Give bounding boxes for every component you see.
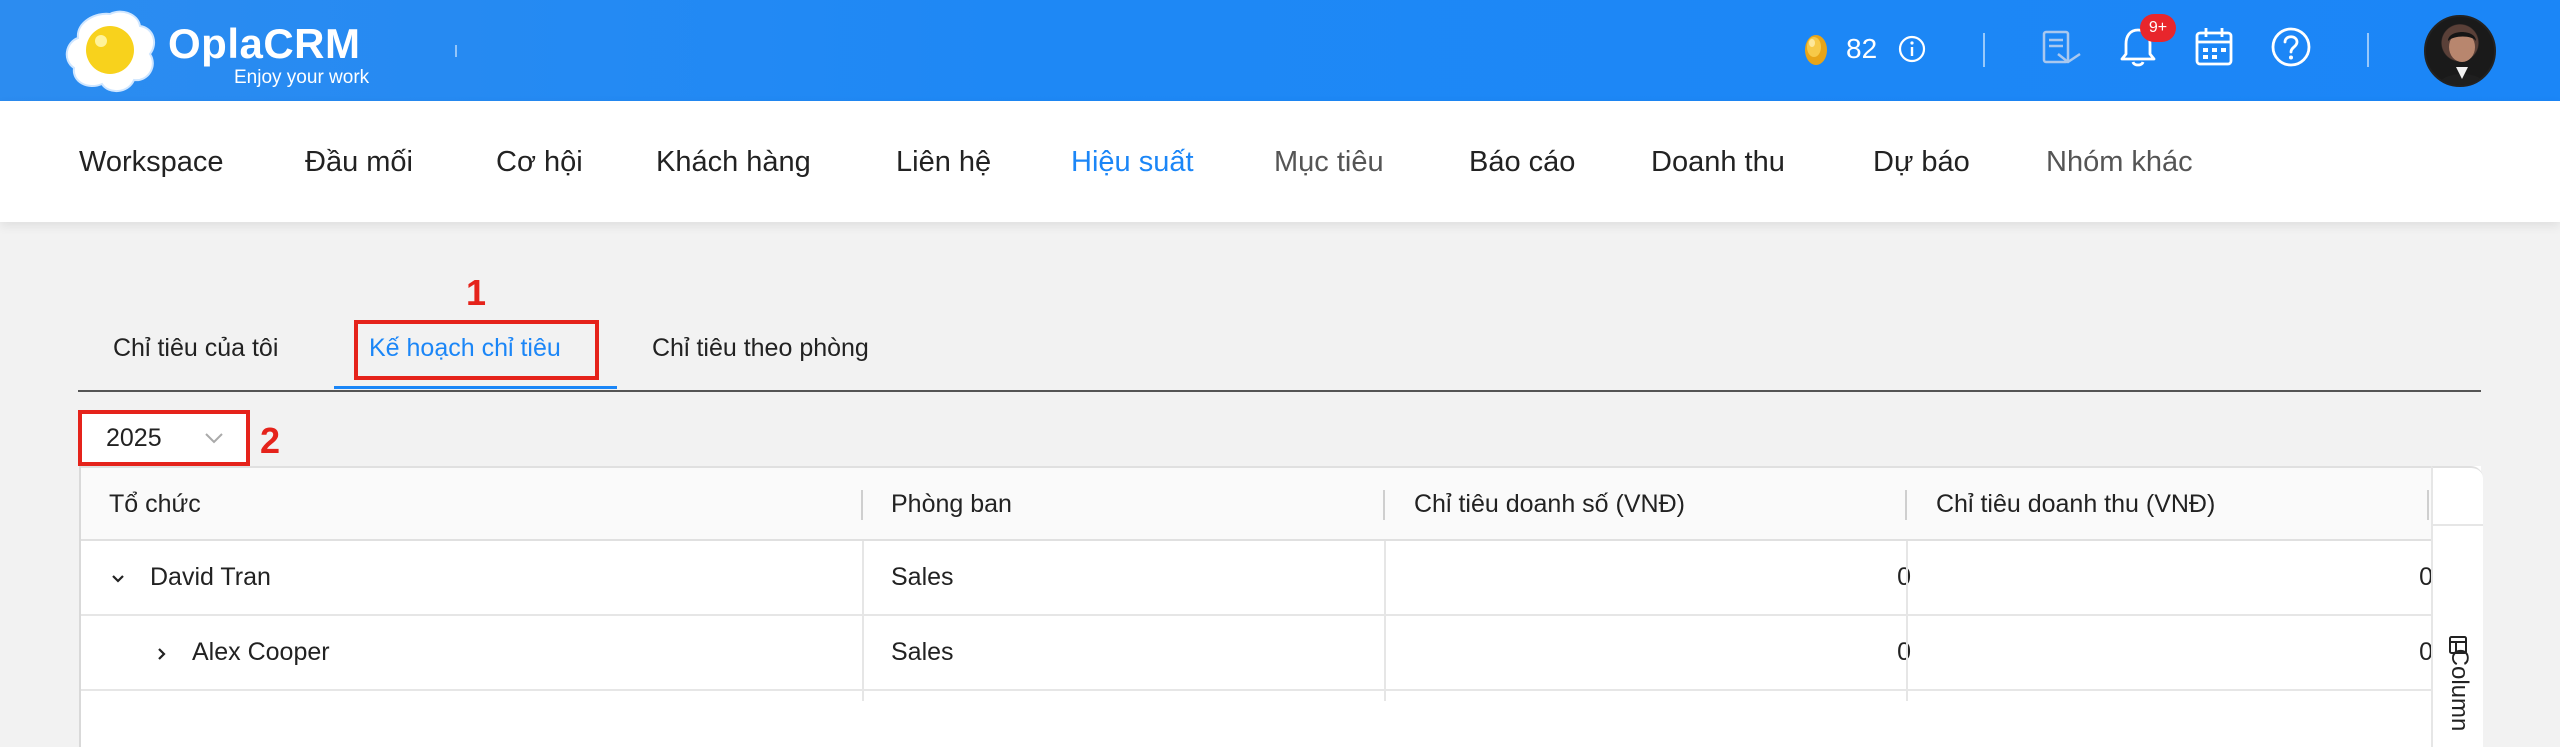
- column-divider: [1384, 541, 1386, 701]
- revenue-target-value[interactable]: 0: [1913, 638, 2433, 667]
- column-header-sales-target[interactable]: Chỉ tiêu doanh số (VNĐ): [1414, 490, 1685, 519]
- column-header-department[interactable]: Phòng ban: [891, 490, 1012, 519]
- info-icon[interactable]: [1898, 35, 1926, 63]
- nav-item-performance[interactable]: Hiệu suất: [1071, 146, 1194, 179]
- brand-name: OplaCRM: [168, 20, 361, 67]
- coin-icon: [1805, 35, 1827, 65]
- nav-item-opportunities[interactable]: Cơ hội: [496, 146, 583, 179]
- annotation-box-2: [78, 410, 250, 466]
- active-tab-indicator: [334, 386, 617, 389]
- nav-item-more-groups[interactable]: Nhóm khác: [2046, 146, 2193, 179]
- annotation-marker-2: 2: [260, 420, 281, 461]
- calendar-icon[interactable]: [2191, 24, 2237, 70]
- table-row[interactable]: Alex Cooper Sales 0 0: [81, 616, 2433, 691]
- column-header-revenue-target[interactable]: Chỉ tiêu doanh thu (VNĐ): [1936, 490, 2215, 519]
- divider: [455, 45, 457, 57]
- nav-item-contacts[interactable]: Liên hệ: [896, 146, 991, 179]
- target-plan-table: Tổ chức Phòng ban Chỉ tiêu doanh số (VNĐ…: [79, 466, 2483, 747]
- column-divider: [1906, 541, 1908, 701]
- divider: [1983, 33, 1985, 67]
- chevron-right-icon[interactable]: [153, 645, 171, 663]
- notification-badge: 9+: [2140, 14, 2176, 42]
- column-settings-toggle[interactable]: Column: [2433, 524, 2483, 747]
- coin-count: 82: [1846, 33, 1878, 64]
- divider: [2367, 33, 2369, 67]
- sales-target-value[interactable]: 0: [1391, 638, 1911, 667]
- nav-item-goals[interactable]: Mục tiêu: [1274, 146, 1384, 179]
- tasks-icon[interactable]: [2036, 24, 2082, 70]
- tabs-divider: [78, 390, 2481, 392]
- column-divider: [862, 541, 864, 701]
- column-panel-label: Column: [2446, 648, 2473, 732]
- department: Sales: [891, 563, 954, 591]
- column-resize-handle[interactable]: [2427, 490, 2429, 520]
- nav-item-reports[interactable]: Báo cáo: [1469, 146, 1575, 179]
- column-settings-panel[interactable]: Column: [2431, 466, 2483, 747]
- nav-item-forecast[interactable]: Dự báo: [1873, 146, 1970, 179]
- department: Sales: [891, 638, 954, 666]
- tab-targets-by-department[interactable]: Chỉ tiêu theo phòng: [652, 334, 869, 363]
- revenue-target-value[interactable]: 0: [1913, 563, 2433, 592]
- nav-item-customers[interactable]: Khách hàng: [656, 146, 811, 179]
- table-row[interactable]: David Tran Sales 0 0: [81, 541, 2433, 616]
- sales-target-value[interactable]: 0: [1391, 563, 1911, 592]
- chevron-down-icon[interactable]: [109, 570, 127, 588]
- tab-my-targets[interactable]: Chỉ tiêu của tôi: [113, 334, 278, 363]
- nav-item-leads[interactable]: Đầu mối: [305, 146, 413, 179]
- annotation-box-1: [354, 320, 599, 380]
- help-icon[interactable]: [2268, 24, 2314, 70]
- logo-icon[interactable]: [60, 6, 160, 96]
- org-name: David Tran: [150, 563, 271, 591]
- column-resize-handle[interactable]: [1905, 490, 1907, 520]
- nav-item-workspace[interactable]: Workspace: [79, 146, 224, 179]
- top-header: OplaCRM Enjoy your work 82 9+: [0, 0, 2560, 101]
- column-header-organization[interactable]: Tổ chức: [109, 490, 201, 519]
- org-name: Alex Cooper: [192, 638, 330, 666]
- annotation-marker-1: 1: [466, 272, 487, 313]
- avatar[interactable]: [2424, 15, 2496, 87]
- user-avatar-icon: [2437, 32, 2487, 85]
- brand-tagline: Enjoy your work: [234, 67, 370, 88]
- column-resize-handle[interactable]: [1383, 490, 1385, 520]
- table-header: Tổ chức Phòng ban Chỉ tiêu doanh số (VNĐ…: [81, 466, 2431, 541]
- nav-item-revenue[interactable]: Doanh thu: [1651, 146, 1785, 179]
- main-nav: Workspace Đầu mối Cơ hội Khách hàng Liên…: [0, 101, 2560, 222]
- column-resize-handle[interactable]: [861, 490, 863, 520]
